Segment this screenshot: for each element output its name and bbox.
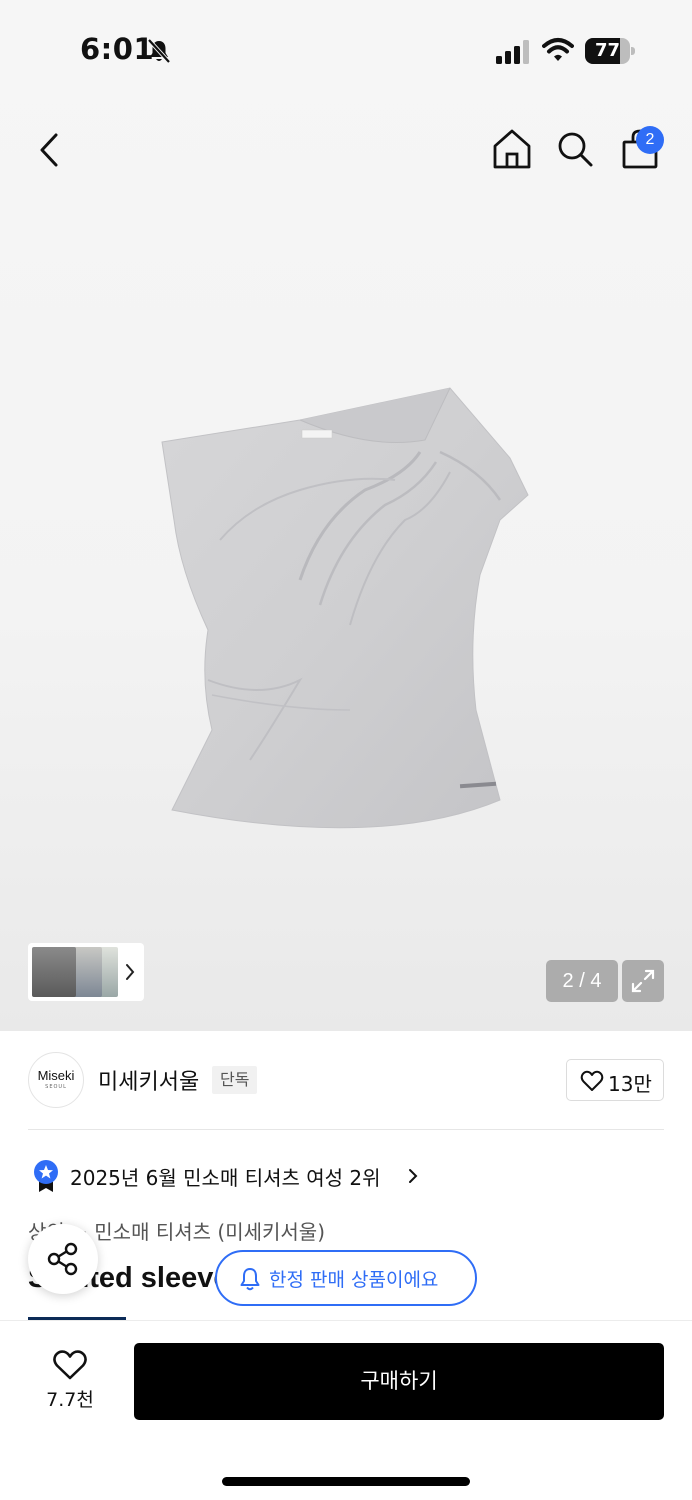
- limited-sale-notice[interactable]: 한정 판매 상품이에요: [215, 1250, 477, 1306]
- brand-logo[interactable]: Miseki SEOUL: [28, 1052, 84, 1108]
- share-icon: [47, 1242, 78, 1276]
- ranking-text[interactable]: 2025년 6월 민소매 티셔츠 여성 2위: [70, 1162, 381, 1191]
- home-indicator: [222, 1477, 470, 1486]
- buy-button[interactable]: 구매하기: [134, 1343, 664, 1420]
- battery-level: 77: [594, 40, 621, 61]
- bottom-action-bar: 7.7천 구매하기: [0, 1320, 692, 1500]
- chevron-right-icon[interactable]: [124, 962, 136, 982]
- bell-icon: [240, 1268, 260, 1291]
- expand-icon: [631, 969, 655, 993]
- search-icon[interactable]: [556, 130, 594, 168]
- chevron-right-icon[interactable]: [408, 1168, 418, 1184]
- bell-slash-icon: [147, 38, 171, 64]
- thumbnail[interactable]: [32, 947, 76, 997]
- brand-like-button[interactable]: 13만: [566, 1059, 664, 1101]
- image-page-counter: 2 / 4: [546, 960, 618, 1002]
- home-icon[interactable]: [492, 128, 532, 170]
- wifi-icon: [542, 38, 574, 61]
- product-gallery[interactable]: 6:01 77 2 2 / 4: [0, 0, 692, 1031]
- back-button[interactable]: [34, 130, 66, 170]
- status-time: 6:01: [80, 32, 155, 66]
- brand-like-count: 13만: [608, 1072, 652, 1096]
- brand-name[interactable]: 미세키서울: [98, 1064, 199, 1096]
- heart-icon: [580, 1070, 604, 1091]
- thumbnail-strip[interactable]: [28, 943, 144, 1001]
- brand-logo-subtext: SEOUL: [45, 1084, 67, 1090]
- cellular-signal-icon: [496, 40, 529, 64]
- expand-button[interactable]: [622, 960, 664, 1002]
- heart-icon[interactable]: [52, 1349, 88, 1381]
- divider: [28, 1129, 664, 1130]
- product-image: [161, 387, 529, 829]
- brand-logo-text: Miseki: [37, 1068, 75, 1083]
- limited-sale-label: 한정 판매 상품이에요: [269, 1269, 439, 1291]
- exclusive-badge: 단독: [212, 1066, 258, 1094]
- cart-count-badge: 2: [636, 126, 664, 154]
- ranking-medal-icon: [34, 1160, 58, 1192]
- thumbnail[interactable]: [72, 947, 102, 997]
- wish-count: 7.7천: [46, 1389, 94, 1411]
- battery-indicator: 77: [585, 38, 635, 64]
- share-button[interactable]: [28, 1224, 98, 1294]
